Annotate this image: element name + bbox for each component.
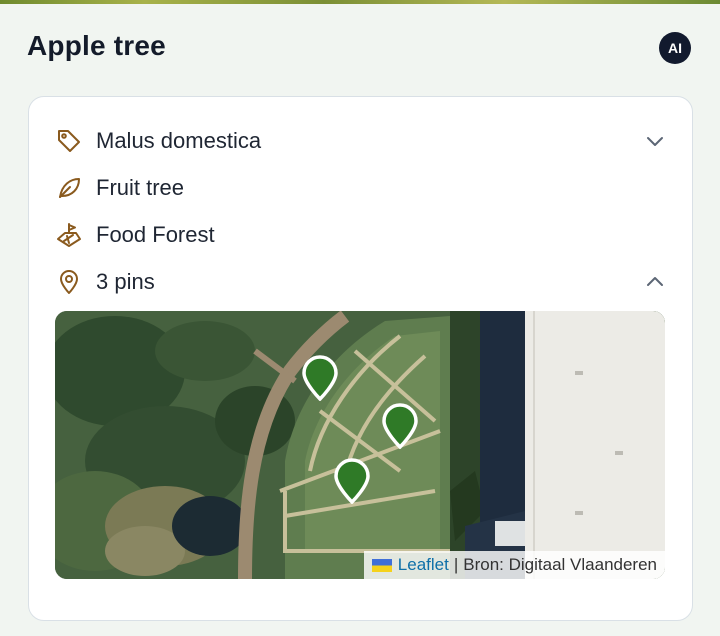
- chevron-up-icon[interactable]: [643, 270, 667, 294]
- attribution-source: Bron: Digitaal Vlaanderen: [463, 555, 657, 574]
- map-pin[interactable]: [333, 458, 371, 504]
- tag-icon: [55, 127, 83, 155]
- type-row: Fruit tree: [55, 170, 667, 206]
- leaf-icon: [55, 174, 83, 202]
- ukraine-flag-icon: [371, 558, 392, 572]
- pins-row[interactable]: 3 pins: [55, 264, 667, 300]
- species-label: Malus domestica: [96, 128, 262, 153]
- pins-label: 3 pins: [96, 269, 155, 294]
- location-pin-icon: [55, 268, 83, 296]
- ai-button[interactable]: AI: [659, 32, 691, 64]
- species-row[interactable]: Malus domestica: [55, 123, 667, 159]
- map-imagery: [55, 311, 665, 579]
- page-title: Apple tree: [27, 30, 166, 61]
- map-pin[interactable]: [301, 355, 339, 401]
- type-label: Fruit tree: [96, 175, 185, 200]
- map-pin[interactable]: [381, 403, 419, 449]
- garden-plot-icon: [55, 221, 83, 249]
- project-label: Food Forest: [96, 222, 215, 247]
- attribution-separator: |: [453, 555, 459, 574]
- leaflet-link[interactable]: Leaflet: [398, 555, 449, 575]
- chevron-down-icon[interactable]: [643, 129, 667, 153]
- project-row: Food Forest: [55, 217, 667, 253]
- satellite-map[interactable]: Leaflet | Bron: Digitaal Vlaanderen: [55, 311, 665, 579]
- header-banner-strip: [0, 0, 720, 4]
- details-card: Malus domestica Fruit tree Food Forest 3…: [28, 96, 693, 621]
- map-attribution: Leaflet | Bron: Digitaal Vlaanderen: [363, 551, 665, 579]
